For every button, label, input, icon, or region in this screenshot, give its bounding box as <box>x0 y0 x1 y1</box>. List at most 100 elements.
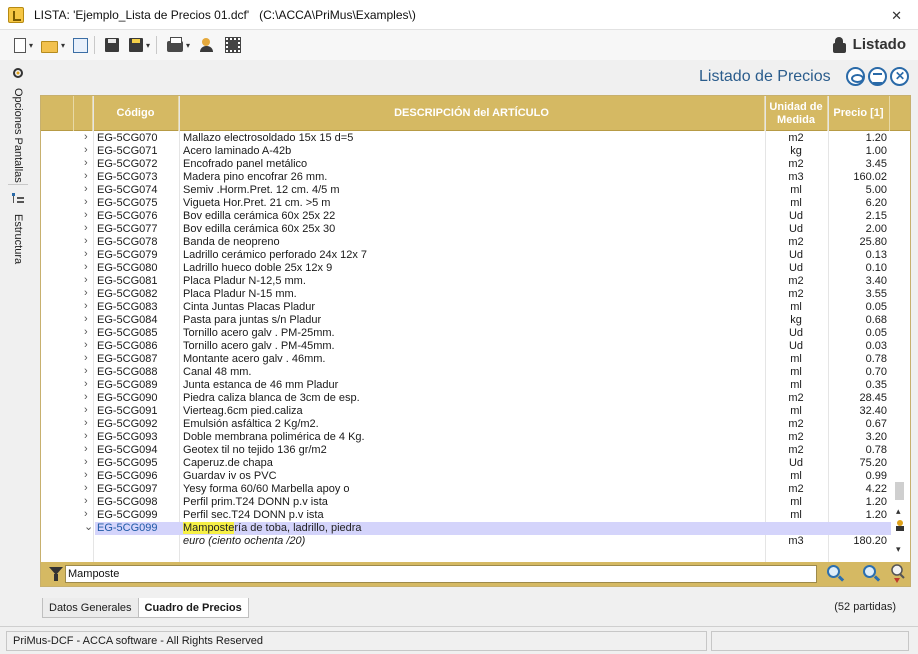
table-row[interactable]: › EG-5CG093 Doble membrana polimérica de 4… <box>41 430 910 444</box>
chevron-right-icon[interactable]: › <box>84 209 88 222</box>
chevron-right-icon[interactable]: › <box>84 443 88 456</box>
chevron-down-icon[interactable]: ▾ <box>186 41 190 50</box>
chevron-right-icon[interactable]: › <box>84 482 88 495</box>
search-filter-button[interactable] <box>889 564 909 584</box>
chevron-right-icon[interactable]: › <box>84 469 88 482</box>
save-as-button[interactable]: ▾ <box>129 34 150 56</box>
print-list-icon[interactable] <box>868 67 887 86</box>
person-warning-icon[interactable] <box>894 519 906 531</box>
table-row[interactable]: › EG-5CG085 Tornillo acero galv . PM-25mm.… <box>41 326 910 340</box>
table-row[interactable]: › EG-5CG097 Yesy forma 60/60 Marbella apoy… <box>41 482 910 496</box>
table-row-selected[interactable]: ⌄ EG-5CG099 Mampostería de toba, ladrill… <box>41 521 910 535</box>
chevron-right-icon[interactable]: › <box>84 378 88 391</box>
chevron-right-icon[interactable]: › <box>84 144 88 157</box>
column-header-code[interactable]: Código <box>93 96 179 131</box>
vertical-scrollbar[interactable]: ▴ ▾ <box>891 132 909 562</box>
film-button[interactable] <box>225 34 242 56</box>
table-row[interactable]: › EG-5CG073 Madera pino encofrar 26 mm. m3 1… <box>41 170 910 184</box>
close-icon[interactable]: ✕ <box>891 8 902 24</box>
filter-input[interactable] <box>65 565 817 583</box>
table-row[interactable]: › EG-5CG074 Semiv .Horm.Pret. 12 cm. 4/5 m… <box>41 183 910 197</box>
chevron-right-icon[interactable]: › <box>84 287 88 300</box>
chevron-right-icon[interactable]: › <box>84 170 88 183</box>
chevron-right-icon[interactable]: › <box>84 261 88 274</box>
chevron-right-icon[interactable]: › <box>84 365 88 378</box>
chevron-right-icon[interactable]: › <box>84 391 88 404</box>
chevron-right-icon[interactable]: › <box>84 222 88 235</box>
view-icon[interactable] <box>846 67 865 86</box>
tab-datos-generales[interactable]: Datos Generales <box>42 598 139 618</box>
table-row[interactable]: › EG-5CG078 Banda de neopreno m2 25.80 <box>41 235 910 249</box>
table-row[interactable]: › EG-5CG072 Encofrado panel metálico m2 3.45 <box>41 157 910 171</box>
chevron-right-icon[interactable]: › <box>84 339 88 352</box>
table-row[interactable]: › EG-5CG077 Bov edilla cerámica 60x 25x 30… <box>41 222 910 236</box>
chevron-right-icon[interactable]: › <box>84 196 88 209</box>
chevron-expanded-icon[interactable]: ⌄ <box>84 521 93 534</box>
table-row[interactable]: › EG-5CG084 Pasta para juntas s/n Pladur kg… <box>41 313 910 327</box>
cell-price: 25.80 <box>859 236 887 248</box>
table-row-detail[interactable]: euro (ciento ochenta /20) m3 180.20 <box>41 535 910 548</box>
chevron-right-icon[interactable]: › <box>84 300 88 313</box>
column-header-price[interactable]: Precio [1] <box>828 96 890 131</box>
save-button[interactable] <box>105 34 120 56</box>
table-row[interactable]: › EG-5CG090 Piedra caliza blanca de 3cm de… <box>41 391 910 405</box>
table-row[interactable]: › EG-5CG080 Ladrillo hueco doble 25x 12x 9… <box>41 261 910 275</box>
table-row[interactable]: › EG-5CG081 Placa Pladur N-12,5 mm. m2 3.40 <box>41 274 910 288</box>
chevron-right-icon[interactable]: › <box>84 248 88 261</box>
filter-icon[interactable] <box>49 567 63 581</box>
chevron-right-icon[interactable]: › <box>84 404 88 417</box>
chevron-right-icon[interactable]: › <box>84 417 88 430</box>
table-row[interactable]: › EG-5CG087 Montante acero galv . 46mm. ml 0… <box>41 352 910 366</box>
chevron-right-icon[interactable]: › <box>84 495 88 508</box>
page-title: Listado de Precios <box>699 68 831 85</box>
chevron-right-icon[interactable]: › <box>84 352 88 365</box>
open-file-button[interactable]: ▾ <box>41 34 65 56</box>
table-row[interactable]: › EG-5CG099 Perfil sec.T24 DONN p.v ista ml… <box>41 508 910 522</box>
table-row[interactable]: › EG-5CG092 Emulsión asfáltica 2 Kg/m2. m2 0… <box>41 417 910 431</box>
chevron-down-icon[interactable]: ▾ <box>61 41 65 50</box>
table-row[interactable]: › EG-5CG076 Bov edilla cerámica 60x 25x 22… <box>41 209 910 223</box>
table-row[interactable]: › EG-5CG096 Guardav iv os PVC ml 0.99 <box>41 469 910 483</box>
copy-button[interactable] <box>73 34 89 56</box>
search-options-button[interactable] <box>861 564 881 584</box>
tab-opciones-pantallas[interactable]: Opciones Pantallas <box>6 66 30 183</box>
table-row[interactable]: › EG-5CG082 Placa Pladur N-15 mm. m2 3.55 <box>41 287 910 301</box>
cell-unit: Ud <box>788 223 804 235</box>
table-row[interactable]: › EG-5CG075 Vigueta Hor.Pret. 21 cm. >5 m m… <box>41 196 910 210</box>
chevron-right-icon[interactable]: › <box>84 157 88 170</box>
table-row[interactable]: › EG-5CG071 Acero laminado A-42b kg 1.00 <box>41 144 910 158</box>
table-row[interactable]: › EG-5CG086 Tornillo acero galv . PM-45mm.… <box>41 339 910 353</box>
tab-estructura[interactable]: Estructura <box>6 192 30 264</box>
table-row[interactable]: › EG-5CG091 Vierteag.6cm pied.caliza ml 32.4… <box>41 404 910 418</box>
column-header-description[interactable]: DESCRIPCIÓN del ARTÍCULO <box>179 96 765 131</box>
tab-cuadro-de-precios[interactable]: Cuadro de Precios <box>137 598 249 618</box>
tools-icon[interactable] <box>890 67 909 86</box>
chevron-right-icon[interactable]: › <box>84 313 88 326</box>
chevron-right-icon[interactable]: › <box>84 508 88 521</box>
table-row[interactable]: › EG-5CG098 Perfil prim.T24 DONN p.v ista m… <box>41 495 910 509</box>
chevron-right-icon[interactable]: › <box>84 430 88 443</box>
chevron-right-icon[interactable]: › <box>84 235 88 248</box>
chevron-right-icon[interactable]: › <box>84 274 88 287</box>
new-file-button[interactable]: ▾ <box>14 34 33 56</box>
chevron-right-icon[interactable]: › <box>84 326 88 339</box>
chevron-right-icon[interactable]: › <box>84 132 88 144</box>
table-row[interactable]: › EG-5CG089 Junta estanca de 46 mm Pladur m… <box>41 378 910 392</box>
table-row[interactable]: › EG-5CG094 Geotex til no tejido 136 gr/m2… <box>41 443 910 457</box>
table-row[interactable]: › EG-5CG070 Mallazo electrosoldado 15x 15 … <box>41 132 910 145</box>
scroll-up-icon[interactable]: ▴ <box>896 506 901 517</box>
users-button[interactable] <box>200 34 216 56</box>
scrollbar-thumb[interactable] <box>895 482 904 500</box>
column-header-unit[interactable]: Unidad de Medida <box>765 96 828 131</box>
chevron-right-icon[interactable]: › <box>84 183 88 196</box>
table-row[interactable]: › EG-5CG079 Ladrillo cerámico perforado 24… <box>41 248 910 262</box>
table-row[interactable]: › EG-5CG088 Canal 48 mm. ml 0.70 <box>41 365 910 379</box>
table-row[interactable]: › EG-5CG095 Caperuz.de chapa Ud 75.20 <box>41 456 910 470</box>
print-button[interactable]: ▾ <box>167 34 190 56</box>
chevron-down-icon[interactable]: ▾ <box>146 41 150 50</box>
table-row[interactable]: › EG-5CG083 Cinta Juntas Placas Pladur ml 0.… <box>41 300 910 314</box>
chevron-right-icon[interactable]: › <box>84 456 88 469</box>
search-button[interactable] <box>825 564 845 584</box>
chevron-down-icon[interactable]: ▾ <box>29 41 33 50</box>
scroll-down-icon[interactable]: ▾ <box>896 544 901 555</box>
